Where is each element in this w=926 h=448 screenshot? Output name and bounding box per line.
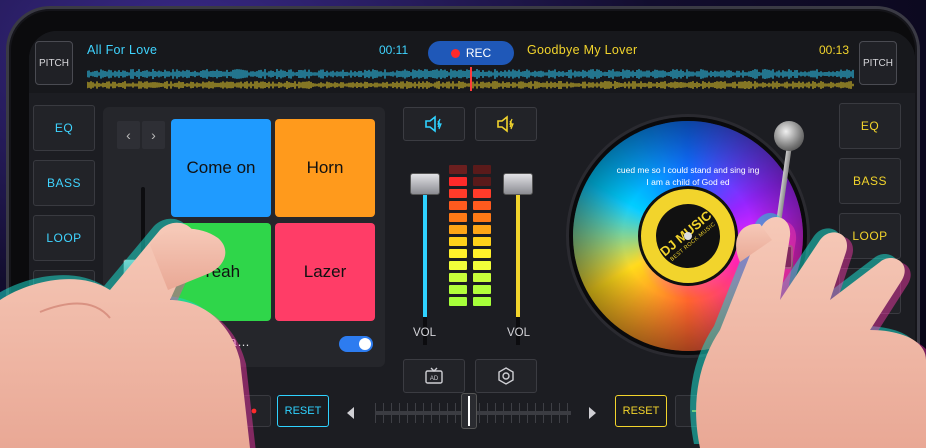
pad-bank-nav: ‹ › [117, 121, 167, 149]
right-track-time: 00:13 [819, 43, 850, 57]
right-level-meter [473, 165, 491, 309]
toggle-knob [359, 338, 371, 350]
crossfade-setting-text: by the crossfa… [151, 335, 251, 349]
phone-frame: PITCH All For Love 00:11 REC Goodbye My … [6, 6, 920, 448]
crossfader-right-arrow-icon[interactable] [589, 407, 596, 419]
settings-button[interactable] [475, 359, 537, 393]
record-label: DJ MUSIC BEST ROCK MUSIC [638, 186, 738, 286]
right-loop-button[interactable]: LOOP [839, 213, 901, 259]
arrow-right-icon [692, 405, 710, 417]
right-track-title: Goodbye My Lover [527, 43, 638, 57]
mixer-panel: VOL VOL AD [393, 101, 547, 393]
right-volume-knob[interactable] [503, 173, 533, 195]
left-sync-button[interactable] [215, 395, 271, 427]
sampler-pad-panel: ‹ › Come on Horn Yeah Lazer [103, 107, 385, 367]
right-cues-button[interactable]: CUES [839, 268, 901, 314]
chevron-right-icon[interactable]: › [142, 121, 165, 149]
left-track-time: 00:11 [379, 43, 409, 57]
right-eq-button[interactable]: EQ [839, 103, 901, 149]
rec-button[interactable]: REC [428, 41, 514, 65]
ad-button[interactable]: AD [403, 359, 465, 393]
spindle [684, 232, 692, 240]
pad-lazer[interactable]: Lazer [275, 223, 375, 321]
pitch-left-button[interactable]: PITCH [35, 41, 73, 85]
left-eq-button[interactable]: EQ [33, 105, 95, 151]
record-dot-icon [450, 48, 460, 58]
app-screen: PITCH All For Love 00:11 REC Goodbye My … [29, 31, 915, 448]
rec-label: REC [465, 46, 492, 60]
right-reset-button[interactable]: RESET [615, 395, 667, 427]
pad-yeah[interactable]: Yeah [171, 223, 271, 321]
left-cues-button[interactable]: CUES [33, 270, 95, 316]
right-sync-button[interactable] [675, 395, 731, 427]
lyric-line-1: cued me so I could stand and sing ing [616, 165, 760, 175]
crossfader-left-arrow-icon[interactable] [347, 407, 354, 419]
right-bass-button[interactable]: BASS [839, 158, 901, 204]
chevron-left-icon[interactable]: ‹ [117, 121, 140, 149]
left-reset-button[interactable]: RESET [277, 395, 329, 427]
left-track-title: All For Love [87, 43, 158, 57]
right-speaker-button[interactable] [475, 107, 537, 141]
left-vol-label: VOL [413, 327, 437, 339]
left-volume-fill [423, 187, 427, 317]
left-bass-button[interactable]: BASS [33, 160, 95, 206]
right-set-partial-label: SE [745, 405, 760, 417]
left-level-meter [449, 165, 467, 309]
arrow-right-icon [228, 405, 257, 417]
crossfader-knob[interactable] [461, 393, 477, 429]
crossfade-toggle[interactable] [339, 336, 373, 352]
waveform-playhead [470, 67, 472, 91]
speaker-icon [425, 115, 442, 133]
tonearm-pivot [774, 121, 804, 151]
tonearm-headshell [773, 245, 793, 269]
left-speaker-button[interactable] [403, 107, 465, 141]
top-bar: PITCH All For Love 00:11 REC Goodbye My … [29, 31, 915, 93]
pad-horn[interactable]: Horn [275, 119, 375, 217]
right-side-partial-label: ER [891, 341, 907, 353]
pitch-fader-knob[interactable] [123, 259, 163, 281]
left-loop-button[interactable]: LOOP [33, 215, 95, 261]
hexagon-settings-icon [498, 367, 514, 385]
left-volume-knob[interactable] [410, 173, 440, 195]
vinyl-record[interactable]: cued me so I could stand and sing ing I … [569, 117, 807, 355]
right-vol-label: VOL [507, 327, 531, 339]
speaker-icon [497, 115, 514, 133]
tv-ad-icon: AD [425, 367, 443, 384]
right-volume-fill [516, 187, 520, 317]
svg-text:AD: AD [430, 376, 439, 382]
pitch-right-button[interactable]: PITCH [859, 41, 897, 85]
pad-come-on[interactable]: Come on [171, 119, 271, 217]
